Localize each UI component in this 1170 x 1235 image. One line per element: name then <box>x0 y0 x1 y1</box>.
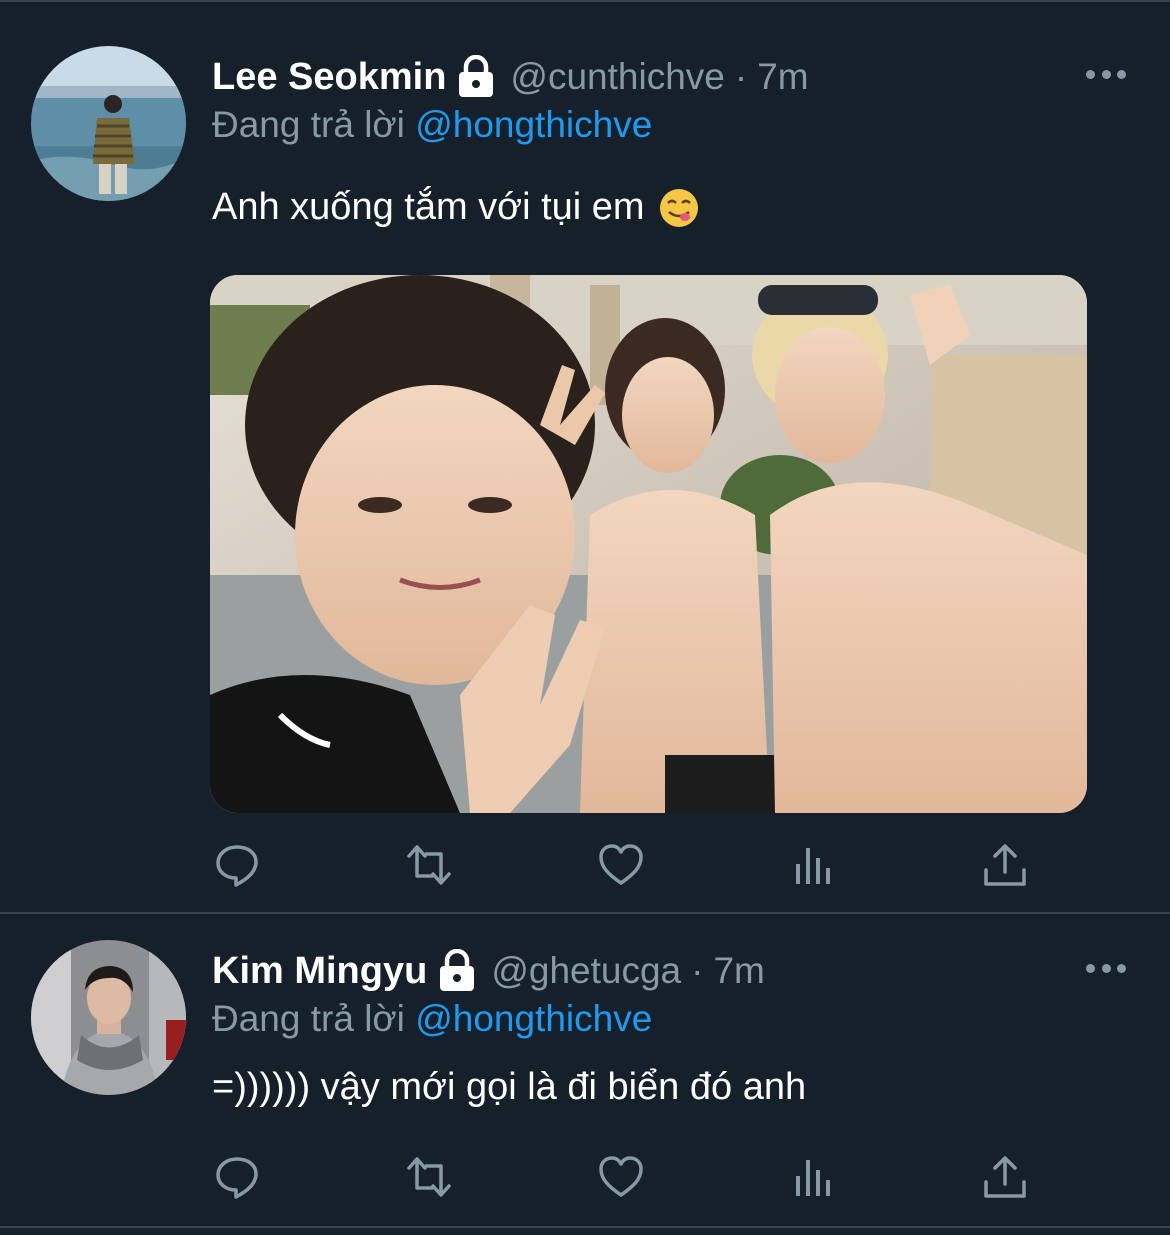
replying-to: Đang trả lời @hongthichve <box>212 998 652 1040</box>
like-button[interactable] <box>596 1152 646 1202</box>
retweet-icon <box>407 1157 451 1197</box>
retweet-button[interactable] <box>404 1152 454 1202</box>
tweet-text-content: =)))))) vậy mới gọi là đi biển đó anh <box>212 1066 807 1108</box>
share-icon <box>984 1156 1026 1198</box>
mention-link[interactable]: @hongthichve <box>415 998 652 1039</box>
avatar-image <box>31 940 186 1095</box>
mention-link[interactable]: @hongthichve <box>415 104 652 145</box>
analytics-button[interactable] <box>788 1152 838 1202</box>
tweet-divider <box>0 1226 1170 1228</box>
like-icon <box>599 844 643 885</box>
face-savoring-food-emoji <box>659 188 698 227</box>
avatar[interactable] <box>31 46 186 201</box>
more-icon[interactable] <box>1086 962 1126 974</box>
more-icon[interactable] <box>1086 68 1126 80</box>
timestamp[interactable]: 7m <box>713 950 764 992</box>
share-button[interactable] <box>980 1152 1030 1202</box>
tweet[interactable]: Lee Seokmin @cunthichve · 7m Đang trả lờ… <box>0 0 1170 912</box>
tweet-header: Lee Seokmin @cunthichve · 7m <box>212 52 809 102</box>
tweet-photo[interactable] <box>210 275 1087 813</box>
author-handle[interactable]: @cunthichve <box>510 56 724 98</box>
replying-prefix: Đang trả lời <box>212 104 405 145</box>
share-button[interactable] <box>980 840 1030 890</box>
analytics-icon <box>796 1160 830 1196</box>
selfie-photo <box>210 275 1087 813</box>
timestamp[interactable]: 7m <box>757 56 808 98</box>
tweet-text-content: Anh xuống tắm với tụi em <box>212 186 645 228</box>
action-bar <box>212 840 1042 890</box>
like-icon <box>599 1156 643 1197</box>
reply-button[interactable] <box>212 1152 262 1202</box>
lock-icon <box>459 55 494 97</box>
separator: · <box>734 56 748 97</box>
tweet-text: =)))))) vậy mới gọi là đi biển đó anh <box>212 1066 806 1109</box>
share-icon <box>984 844 1026 886</box>
replying-to: Đang trả lời @hongthichve <box>212 104 652 146</box>
separator: · <box>691 950 704 991</box>
tweet-header: Kim Mingyu @ghetucga · 7m <box>212 946 765 996</box>
action-bar <box>212 1152 1042 1202</box>
reply-icon <box>216 845 258 887</box>
avatar-image <box>31 46 186 201</box>
retweet-button[interactable] <box>404 840 454 890</box>
replying-prefix: Đang trả lời <box>212 998 405 1039</box>
author-name[interactable]: Kim Mingyu <box>212 950 427 993</box>
analytics-button[interactable] <box>788 840 838 890</box>
author-handle[interactable]: @ghetucga <box>491 950 681 992</box>
reply-button[interactable] <box>212 840 262 890</box>
tweet-text: Anh xuống tắm với tụi em <box>212 186 699 229</box>
retweet-icon <box>407 845 451 885</box>
author-name[interactable]: Lee Seokmin <box>212 56 446 99</box>
avatar[interactable] <box>31 940 186 1095</box>
lock-icon <box>440 949 475 991</box>
analytics-icon <box>796 848 830 884</box>
reply-icon <box>216 1157 258 1199</box>
tweet[interactable]: Kim Mingyu @ghetucga · 7m Đang trả lời @… <box>0 914 1170 1226</box>
like-button[interactable] <box>596 840 646 890</box>
